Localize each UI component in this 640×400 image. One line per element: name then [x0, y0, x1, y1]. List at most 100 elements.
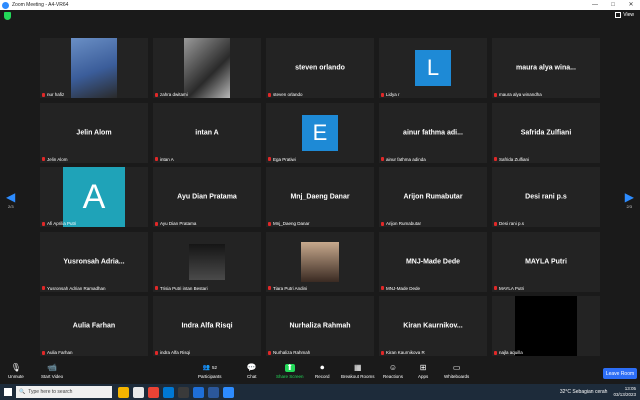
- prev-page-arrow-icon[interactable]: ◀: [6, 190, 15, 204]
- participant-name: intan A: [160, 156, 174, 162]
- microphone-muted-icon: 🎙: [10, 363, 21, 372]
- participant-tile[interactable]: nur hafiz: [40, 38, 148, 98]
- participant-name-label: Lidya r: [381, 92, 400, 97]
- participant-name-label: maura alya winandha: [494, 92, 542, 97]
- record-button[interactable]: ⏺ Record: [315, 364, 330, 380]
- participant-name-label: MAYLA Putri: [494, 286, 524, 291]
- mail-icon[interactable]: [193, 386, 204, 398]
- breakout-rooms-icon: ▦: [353, 363, 362, 372]
- security-shield-icon[interactable]: [4, 12, 11, 20]
- record-label: Record: [315, 374, 330, 379]
- leave-room-button[interactable]: Leave Room: [603, 368, 637, 379]
- participant-tile[interactable]: Indra Alfa Risqi indra Alfa Risqi: [153, 296, 261, 356]
- participant-display-name: intan A: [195, 129, 219, 136]
- participant-display-name: Kiran Kaurnikov...: [403, 322, 463, 330]
- mic-muted-icon: [42, 350, 45, 355]
- mic-muted-icon: [155, 350, 158, 355]
- participant-gallery: nur hafiz zahra dwitami steven orlando stev…: [40, 38, 600, 356]
- participant-tile[interactable]: ainur fathma adi... ainur fathma adinda: [379, 102, 487, 163]
- mic-muted-icon: [494, 286, 497, 290]
- edge-icon[interactable]: [163, 386, 174, 398]
- participant-name-label: Safrida Zulfiani: [494, 157, 529, 162]
- participant-tile[interactable]: Ayu Dian Pratama Ayu Dian Pratama: [153, 167, 261, 227]
- participant-display-name: Mnj_Daeng Danar: [290, 193, 350, 201]
- participant-tile[interactable]: Tiara Putri Andini: [266, 231, 374, 292]
- participant-display-name: steven orlando: [295, 64, 345, 72]
- participant-tile[interactable]: E Ega Pratiwi: [266, 102, 374, 163]
- participant-tile[interactable]: najla aquilla: [492, 296, 600, 356]
- chrome-icon[interactable]: [148, 386, 159, 398]
- windows-start-icon[interactable]: [0, 384, 16, 400]
- participants-button[interactable]: 👥 52 Participants: [198, 364, 222, 379]
- start-video-button[interactable]: 📹 Start Video: [41, 364, 64, 380]
- participant-name-label: Tiara Putri Andini: [268, 286, 307, 291]
- whiteboards-label: Whiteboards: [444, 374, 470, 379]
- clock[interactable]: 13:05 03/13/2023: [613, 386, 636, 398]
- maximize-button[interactable]: □: [604, 0, 622, 10]
- apps-button[interactable]: ⊞ Apps: [418, 363, 428, 380]
- system-tray: 32°C Sebagian cerah 13:05 03/13/2023: [560, 386, 640, 398]
- task-view-icon[interactable]: [133, 386, 144, 398]
- participant-name: Ega Pratiwi: [273, 156, 296, 162]
- breakout-rooms-button[interactable]: ▦ Breakout Rooms: [341, 363, 375, 380]
- participant-avatar-letter: E: [302, 114, 338, 151]
- whiteboards-button[interactable]: ▭ Whiteboards: [444, 364, 470, 380]
- participant-name-label: Arijon Rumabutar: [381, 221, 421, 226]
- participant-tile[interactable]: Aulia Farhan Aulia Farhan: [40, 296, 148, 356]
- participant-tile[interactable]: Mnj_Daeng Danar Mnj_Daeng Danar: [266, 167, 374, 227]
- participant-tile[interactable]: Kiran Kaurnikov... Kiran Kaurnikova R: [379, 296, 487, 356]
- participant-display-name: Nurhaliza Rahmah: [289, 322, 351, 330]
- participant-tile[interactable]: MNJ-Made Dede MNJ-Made Dede: [379, 231, 487, 292]
- weather-status[interactable]: 32°C Sebagian cerah: [560, 389, 608, 395]
- store-icon[interactable]: [178, 386, 189, 398]
- participant-name: MAYLA Putri: [499, 285, 525, 291]
- mic-muted-icon: [42, 286, 45, 290]
- mic-muted-icon: [494, 350, 497, 355]
- participant-name: Aulia Farhan: [47, 350, 73, 355]
- meeting-topbar: View: [0, 10, 640, 22]
- view-button[interactable]: View: [615, 12, 634, 18]
- participant-tile[interactable]: steven orlando steven orlando: [266, 38, 374, 98]
- reactions-button[interactable]: ☺ Reactions: [383, 364, 403, 380]
- participant-tile[interactable]: Trisia Putri intan Bestari: [153, 231, 261, 292]
- share-screen-button[interactable]: ⬆ Share Screen: [276, 364, 304, 380]
- mic-muted-icon: [494, 92, 497, 97]
- participant-tile[interactable]: MAYLA Putri MAYLA Putri: [492, 231, 600, 292]
- participant-tile[interactable]: zahra dwitami: [153, 38, 261, 98]
- participant-name: Lidya r: [386, 92, 400, 97]
- participant-display-name: maura alya wina...: [516, 64, 576, 72]
- start-video-label: Start Video: [41, 374, 64, 379]
- chat-button[interactable]: 💬 Chat: [247, 364, 257, 380]
- participant-name-label: MNJ-Made Dede: [381, 286, 420, 291]
- participant-tile[interactable]: A Afi Aprilia Putri: [40, 167, 148, 227]
- participant-display-name: Yusronsah Adria...: [63, 258, 125, 265]
- participant-tile[interactable]: Desi rani p.s Desi rani p.s: [492, 167, 600, 227]
- participant-name-label: indra Alfa Risqi: [155, 350, 190, 355]
- participant-tile[interactable]: Nurhaliza Rahmah Nurhaliza Rahmah: [266, 296, 374, 356]
- participant-tile[interactable]: maura alya wina... maura alya winandha: [492, 38, 600, 98]
- unmute-button[interactable]: 🎙 Unmute: [8, 363, 24, 380]
- participant-display-name: Indra Alfa Risqi: [181, 322, 233, 330]
- participant-tile[interactable]: Yusronsah Adria... Yusronsah Adrian Ramad…: [40, 231, 148, 292]
- participant-tile[interactable]: intan A intan A: [153, 102, 261, 163]
- participant-name-label: Nurhaliza Rahmah: [268, 350, 310, 355]
- participant-tile[interactable]: Jelin Alom Jelin Alom: [40, 102, 148, 163]
- file-explorer-icon[interactable]: [118, 386, 129, 398]
- apps-icon: ⊞: [419, 363, 427, 372]
- participant-name: Afi Aprilia Putri: [47, 221, 77, 226]
- minimize-button[interactable]: —: [586, 0, 604, 10]
- next-page-arrow-icon[interactable]: ▶: [625, 190, 634, 204]
- participant-name: ainur fathma adinda: [386, 156, 426, 162]
- word-icon[interactable]: [208, 386, 219, 398]
- participant-name-label: nur hafiz: [42, 92, 64, 97]
- participant-tile[interactable]: L Lidya r: [379, 38, 487, 98]
- participant-avatar-letter: A: [63, 167, 125, 227]
- mic-muted-icon: [268, 350, 271, 355]
- zoom-app-icon[interactable]: [223, 386, 234, 398]
- participant-tile[interactable]: Arijon Rumabutar Arijon Rumabutar: [379, 167, 487, 227]
- close-button[interactable]: ✕: [622, 0, 640, 10]
- participant-tile[interactable]: Safrida Zulfiani Safrida Zulfiani: [492, 102, 600, 163]
- mic-muted-icon: [381, 92, 384, 97]
- participant-video: [301, 241, 339, 282]
- taskbar-search-input[interactable]: 🔍 Type here to search: [16, 386, 112, 398]
